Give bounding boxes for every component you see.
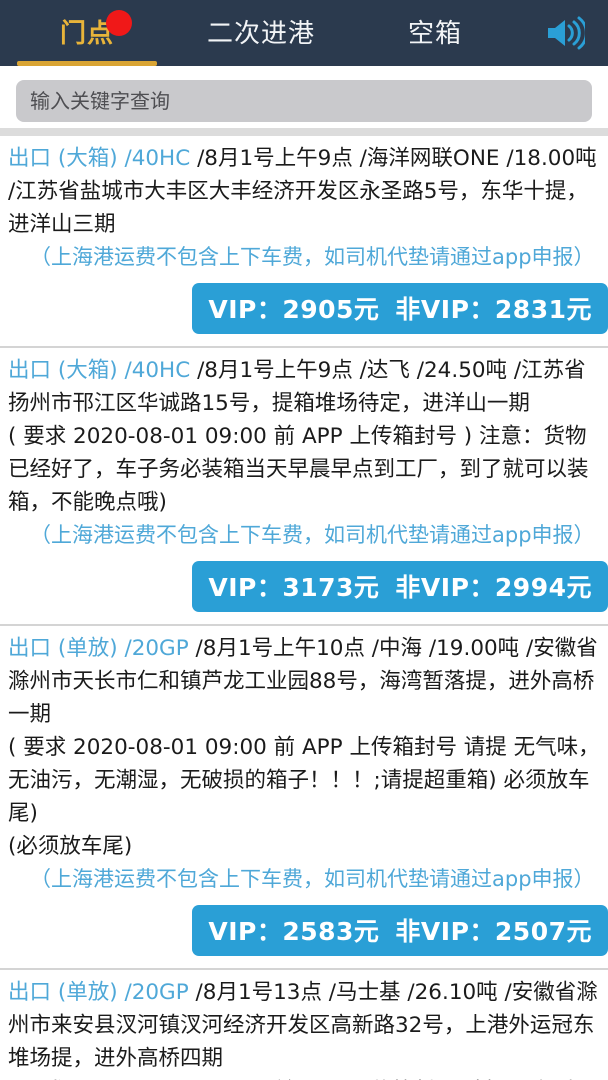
speaker-icon[interactable] [522, 0, 608, 66]
order-type-label: 出口 (单放) /20GP [8, 980, 196, 1005]
price-row: VIP：3173元 非VIP：2994元 [8, 552, 608, 618]
order-fee-note: （上海港运费不包含上下车费，如司机代垫请通过app申报） [30, 867, 595, 891]
order-type-label: 出口 (大箱) /40HC [8, 358, 198, 383]
search-input[interactable] [16, 80, 592, 122]
price-badge[interactable]: VIP：2905元 非VIP：2831元 [192, 283, 608, 334]
order-requirement-text: ( 要求 2020-08-01 09:00 前 APP 上传箱封号 请提 无气味… [8, 735, 600, 826]
order-type-label: 出口 (大箱) /40HC [8, 146, 198, 171]
vip-price: 3173元 [282, 573, 380, 602]
nonvip-label: 非VIP： [395, 573, 495, 602]
order-list[interactable]: 出口 (大箱) /40HC /8月1号上午9点 /海洋网联ONE /18.00吨… [0, 136, 608, 1080]
vip-price: 2905元 [282, 295, 380, 324]
tab-empty-container-label: 空箱 [407, 18, 462, 49]
order-card[interactable]: 出口 (单放) /20GP /8月1号13点 /马士基 /26.10吨 /安徽省… [0, 968, 608, 1080]
price-badge[interactable]: VIP：2583元 非VIP：2507元 [192, 905, 608, 956]
order-description: 出口 (大箱) /40HC /8月1号上午9点 /海洋网联ONE /18.00吨… [8, 142, 600, 241]
order-card[interactable]: 出口 (单放) /20GP /8月1号上午10点 /中海 /19.00吨 /安徽… [0, 624, 608, 968]
nonvip-label: 非VIP： [395, 295, 495, 324]
nonvip-price: 2831元 [494, 295, 592, 324]
tab-empty-container[interactable]: 空箱 [348, 0, 522, 66]
nonvip-price: 2507元 [494, 917, 592, 946]
order-card[interactable]: 出口 (大箱) /40HC /8月1号上午9点 /达飞 /24.50吨 /江苏省… [0, 346, 608, 624]
vip-price: 2583元 [282, 917, 380, 946]
order-description: 出口 (单放) /20GP /8月1号13点 /马士基 /26.10吨 /安徽省… [8, 976, 600, 1075]
section-divider [0, 128, 608, 136]
top-navigation-bar: 门点 二次进港 空箱 [0, 0, 608, 66]
search-bar-container [0, 66, 608, 128]
price-row: VIP：2905元 非VIP：2831元 [8, 274, 608, 340]
price-badge[interactable]: VIP：3173元 非VIP：2994元 [192, 561, 608, 612]
order-requirement-text: ( 要求 2020-08-03 09:00 前 APP 上传箱封号 请提 无气味… [8, 1075, 600, 1080]
order-requirement-text: (必须放车尾) [8, 834, 133, 859]
order-type-label: 出口 (单放) /20GP [8, 636, 196, 661]
vip-label: VIP： [208, 917, 283, 946]
order-fee-note: （上海港运费不包含上下车费，如司机代垫请通过app申报） [30, 245, 595, 269]
order-description: 出口 (单放) /20GP /8月1号上午10点 /中海 /19.00吨 /安徽… [8, 632, 600, 731]
nonvip-price: 2994元 [494, 573, 592, 602]
notification-dot-icon [106, 10, 132, 36]
tab-bar: 门点 二次进港 空箱 [0, 0, 522, 66]
tab-men-dian[interactable]: 门点 [0, 0, 174, 66]
order-requirement-text: ( 要求 2020-08-01 09:00 前 APP 上传箱封号 ) 注意：货… [8, 424, 589, 515]
order-description: 出口 (大箱) /40HC /8月1号上午9点 /达飞 /24.50吨 /江苏省… [8, 354, 600, 420]
price-row: VIP：2583元 非VIP：2507元 [8, 896, 608, 962]
vip-label: VIP： [208, 295, 283, 324]
vip-label: VIP： [208, 573, 283, 602]
order-fee-note: （上海港运费不包含上下车费，如司机代垫请通过app申报） [30, 523, 595, 547]
order-card[interactable]: 出口 (大箱) /40HC /8月1号上午9点 /海洋网联ONE /18.00吨… [0, 136, 608, 346]
tab-second-entry-label: 二次进港 [206, 18, 315, 49]
nonvip-label: 非VIP： [395, 917, 495, 946]
tab-second-entry[interactable]: 二次进港 [174, 0, 348, 66]
